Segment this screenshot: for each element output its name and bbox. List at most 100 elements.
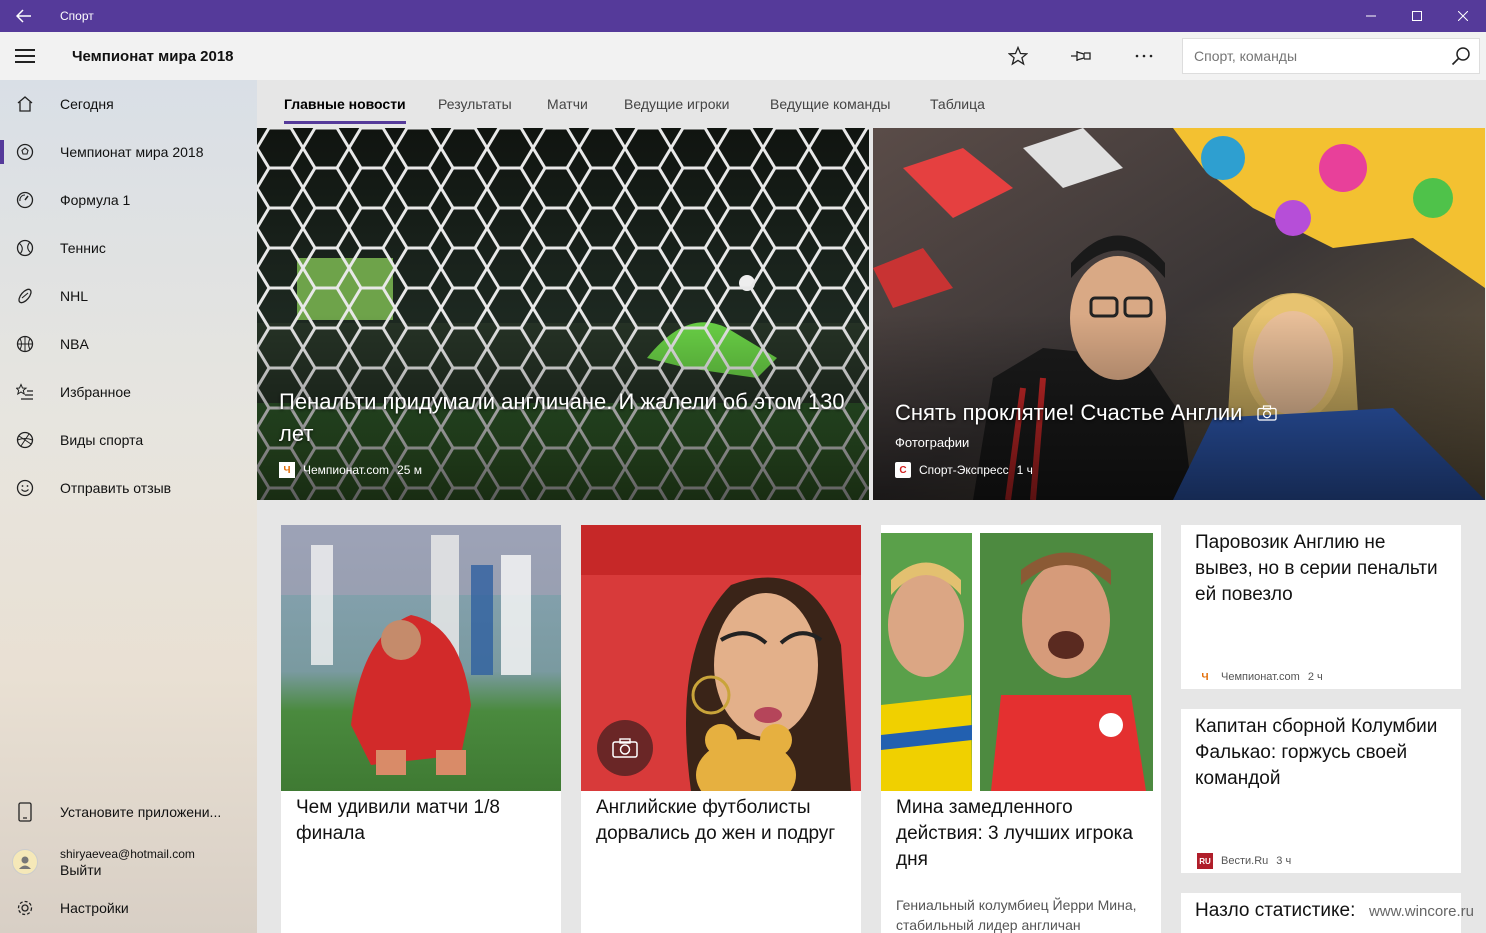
photo-gallery-badge (597, 720, 653, 776)
search-box (1182, 38, 1480, 74)
sidebar-item-feedback[interactable]: Отправить отзыв (0, 464, 257, 512)
sidebar-item-label: NBA (60, 336, 89, 352)
sidebar-item-nba[interactable]: NBA (0, 320, 257, 368)
page-title: Чемпионат мира 2018 (72, 47, 234, 65)
source-name: Спорт-Экспресс (919, 463, 1009, 477)
article-image-graphic (281, 525, 561, 791)
tennis-ball-icon (16, 239, 34, 257)
sidebar: Сегодня Чемпионат мира 2018 Формула 1 Те… (0, 80, 257, 933)
back-button[interactable] (0, 0, 48, 32)
close-icon (1458, 11, 1468, 21)
camera-icon (612, 738, 638, 758)
minimize-button[interactable] (1348, 0, 1394, 32)
article-card-round-of-16[interactable]: Чем удивили матчи 1/8 финала (281, 525, 561, 933)
sidebar-item-sports[interactable]: Виды спорта (0, 416, 257, 464)
hero-article-england[interactable]: Снять проклятие! Счастье Англии Фотограф… (873, 128, 1485, 500)
article-headline: Английские футболисты дорвались до жен и… (596, 797, 836, 844)
source-name: Чемпионат.com (303, 463, 390, 477)
sidebar-item-label: Виды спорта (60, 432, 144, 448)
camera-icon (1256, 405, 1277, 421)
championat-logo-icon: Ч (279, 462, 295, 478)
championat-logo-icon: Ч (1201, 671, 1209, 683)
search-input[interactable] (1183, 39, 1443, 73)
hero-headline: Снять проклятие! Счастье Англии (895, 397, 1463, 429)
source-name: Вести.Ru (1221, 855, 1269, 867)
article-headline: Паровозик Англию не вывез, но в серии пе… (1195, 532, 1438, 605)
gear-icon (17, 900, 33, 916)
app-title: Спорт (60, 9, 94, 23)
sidebar-item-favorites[interactable]: Избранное (0, 368, 257, 416)
hamburger-line (15, 61, 35, 63)
hero-headline-text: Снять проклятие! Счастье Англии (895, 400, 1243, 425)
sidebar-item-label: Чемпионат мира 2018 (60, 144, 204, 160)
publish-time: 3 ч (1276, 855, 1292, 867)
logout-link[interactable]: Выйти (60, 862, 195, 878)
favorite-button[interactable] (986, 32, 1049, 80)
tab-results[interactable]: Результаты (438, 80, 512, 128)
maximize-button[interactable] (1394, 0, 1440, 32)
tab-table[interactable]: Таблица (930, 80, 985, 128)
sidebar-item-nhl[interactable]: NHL (0, 272, 257, 320)
sidebar-item-label: Отправить отзыв (60, 480, 172, 496)
article-card-top-players[interactable]: Мина замедленного действия: 3 лучших игр… (881, 525, 1161, 933)
star-icon (1007, 46, 1028, 66)
side-article-penalty-luck[interactable]: Паровозик Англию не вывез, но в серии пе… (1181, 525, 1461, 689)
smiley-icon (16, 479, 34, 497)
speedometer-icon (16, 191, 34, 209)
app-bar: Чемпионат мира 2018 (0, 32, 1486, 80)
article-card-wags[interactable]: Английские футболисты дорвались до жен и… (581, 525, 861, 933)
settings-item[interactable]: Настройки (0, 884, 257, 932)
sidebar-item-label: Сегодня (60, 96, 114, 112)
tab-matches[interactable]: Матчи (547, 80, 588, 128)
install-app-label: Установите приложени... (60, 804, 222, 820)
avatar-icon (19, 856, 31, 869)
home-icon (17, 96, 33, 112)
article-headline: Мина замедленного действия: 3 лучших игр… (896, 797, 1133, 870)
search-button[interactable] (1443, 46, 1479, 66)
account-item[interactable]: shiryaevea@hotmail.com Выйти (0, 838, 257, 886)
sports-icon (16, 431, 34, 449)
soccer-ball-icon (16, 143, 34, 161)
article-image-players-collage (881, 525, 1161, 791)
tab-top-news[interactable]: Главные новости (284, 80, 406, 128)
source-name: Чемпионат.com (1221, 671, 1300, 683)
sidebar-item-world-cup[interactable]: Чемпионат мира 2018 (0, 128, 257, 176)
vesti-logo-icon: RU (1197, 853, 1213, 869)
sidebar-item-label: Теннис (60, 240, 106, 256)
publish-time: 25 м (397, 463, 422, 477)
article-headline: Капитан сборной Колумбии Фалькао: горжус… (1195, 716, 1438, 789)
side-article-falcao[interactable]: Капитан сборной Колумбии Фалькао: горжус… (1181, 709, 1461, 873)
hamburger-menu-button[interactable] (0, 32, 50, 80)
article-image-spain-player (281, 525, 561, 791)
sidebar-item-tennis[interactable]: Теннис (0, 224, 257, 272)
hamburger-line (15, 49, 35, 51)
hockey-puck-icon (18, 288, 32, 304)
install-app-item[interactable]: Установите приложени... (0, 788, 257, 836)
sidebar-item-label: NHL (60, 288, 89, 304)
close-button[interactable] (1440, 0, 1486, 32)
publish-time: 2 ч (1307, 671, 1323, 683)
sidebar-item-label: Формула 1 (60, 192, 131, 208)
sidebar-item-label: Избранное (60, 384, 131, 400)
more-icon (1135, 54, 1152, 58)
sidebar-item-today[interactable]: Сегодня (0, 80, 257, 128)
settings-label: Настройки (60, 900, 129, 916)
article-snippet: Гениальный колумбиец Йерри Мина, стабиль… (896, 897, 1137, 933)
minimize-icon (1366, 15, 1376, 17)
tab-top-players[interactable]: Ведущие игроки (624, 80, 729, 128)
hero-category: Фотографии (895, 435, 970, 450)
hamburger-line (15, 55, 35, 57)
article-image-graphic (881, 525, 1161, 791)
tab-top-teams[interactable]: Ведущие команды (770, 80, 890, 128)
article-image-woman-with-bear (581, 525, 861, 791)
favorites-list-icon (16, 383, 33, 400)
watermark: www.wincore.ru (1368, 903, 1474, 920)
back-arrow-icon (16, 9, 31, 23)
hero-headline: Пенальти придумали англичане. И жалели о… (279, 389, 845, 446)
hero-article-penalty[interactable]: Пенальти придумали англичане. И жалели о… (257, 128, 869, 500)
pin-button[interactable] (1049, 32, 1112, 80)
publish-time: 1 ч (1016, 463, 1033, 477)
maximize-icon (1412, 11, 1422, 21)
sidebar-item-formula1[interactable]: Формула 1 (0, 176, 257, 224)
more-options-button[interactable] (1112, 32, 1175, 80)
